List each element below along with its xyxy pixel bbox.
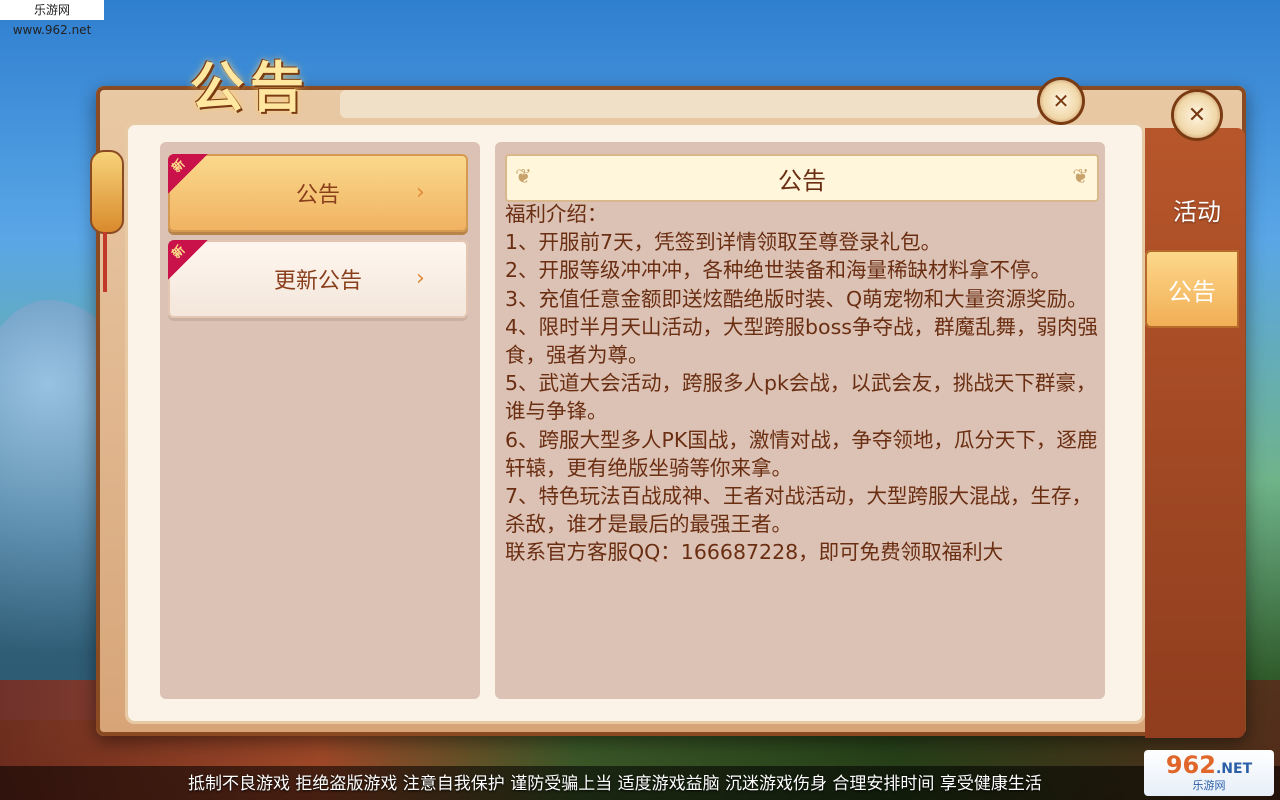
health-notice: 抵制不良游戏 拒绝盗版游戏 注意自我保护 谨防受骗上当 适度游戏益脑 沉迷游戏伤… [188,774,1042,794]
announcement-list: 新 公告 › 新 更新公告 › [160,142,480,699]
side-tab-announcement[interactable]: 公告 [1145,250,1239,328]
scroll-ornament-right-icon: ❦ [1072,164,1089,188]
list-item-update-announcement[interactable]: 新 更新公告 › [168,240,468,318]
logo-cn: 乐游网 [1192,779,1226,792]
window-title-text: 公告 [190,54,310,119]
scroll-ornament-left-icon: ❦ [515,164,532,188]
side-tab-activity[interactable]: 活动 [1150,170,1244,248]
frame-top-strip [340,90,1040,118]
chevron-right-icon: › [416,180,425,205]
list-item-label: 更新公告 [273,269,362,294]
new-badge: 新 [168,240,208,280]
secondary-close-icon: ✕ [1040,80,1082,122]
new-badge: 新 [168,154,208,194]
list-item-label: 公告 [295,183,340,208]
chevron-right-icon: › [416,266,425,291]
lantern-decoration [90,150,124,234]
window-title-logo: 公告 [150,42,350,122]
side-tab-activity-label: 活动 [1173,197,1221,226]
content-title: 公告 [778,166,826,195]
logo-suffix: .NET [1215,761,1253,777]
content-title-bar: ❦ 公告 ❦ [505,154,1099,202]
logo-number: 962 [1165,751,1216,779]
lantern-tassel [103,232,107,292]
side-tab-announcement-label: 公告 [1168,277,1216,306]
list-item-announcement[interactable]: 新 公告 › [168,154,468,232]
site-logo: 962.NET 乐游网 [1144,750,1274,796]
close-icon: ✕ [1187,102,1207,128]
close-button[interactable]: ✕ [1174,92,1220,138]
watermark-top-left: 乐游网 www.962.net [0,0,104,37]
content-body-text: 福利介绍： 1、开服前7天，凭签到详情领取至尊登录礼包。 2、开服等级冲冲冲，各… [505,202,1098,565]
